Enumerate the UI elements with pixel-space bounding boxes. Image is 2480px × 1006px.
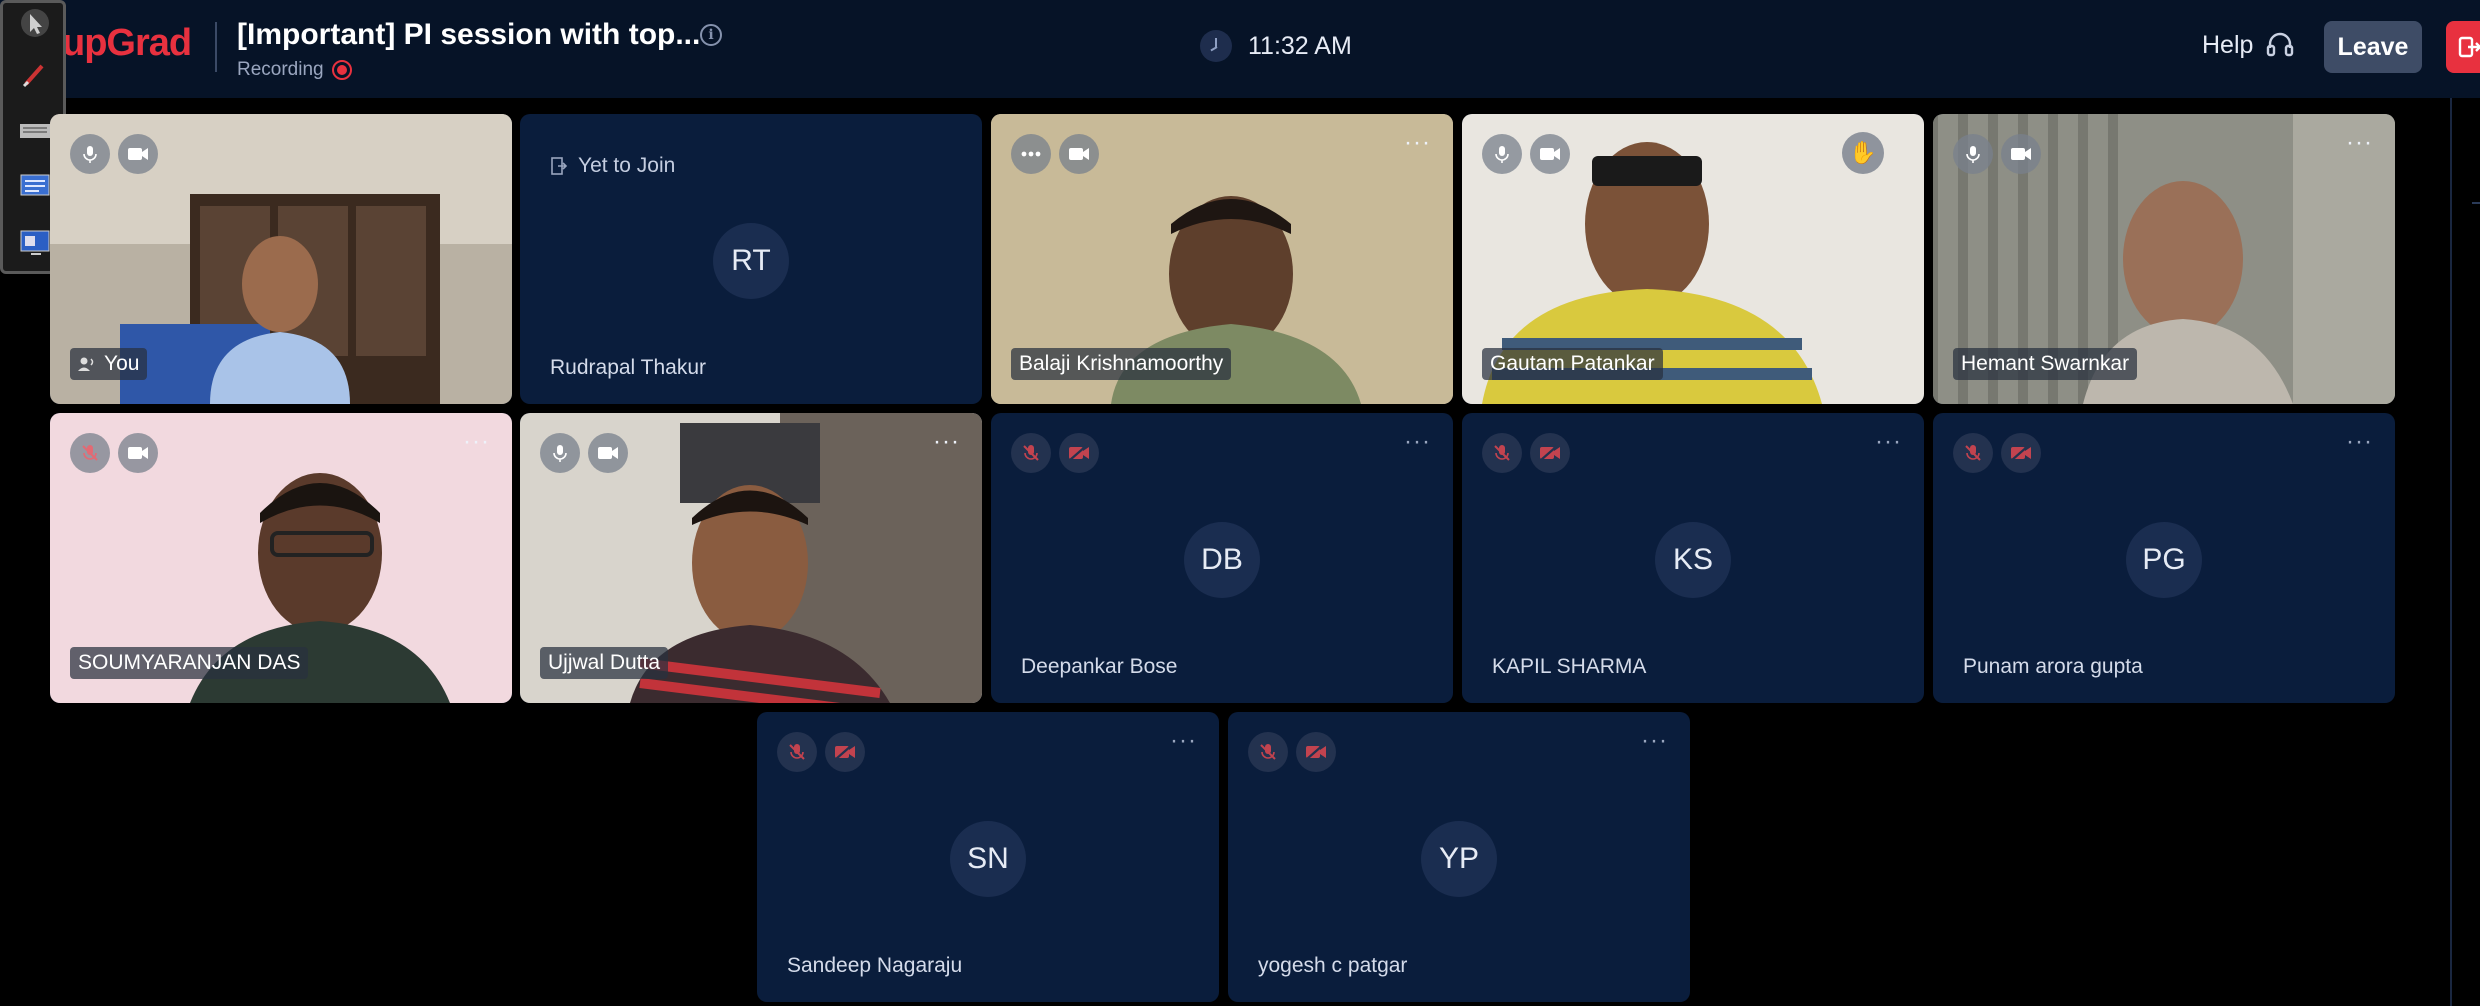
top-bar: upGrad [Important] PI session with top..… [0, 0, 2480, 98]
divider [215, 22, 217, 72]
tile-menu-icon[interactable]: ··· [1641, 729, 1668, 753]
mic-muted-icon[interactable] [1011, 433, 1051, 473]
join-status: Yet to Join [550, 154, 675, 178]
clock-time: 11:32 AM [1248, 31, 1352, 60]
keyboard-icon[interactable] [17, 113, 53, 149]
door-icon [551, 157, 568, 175]
participant-name: SOUMYARANJAN DAS [78, 651, 301, 674]
tile-menu-icon[interactable]: ··· [1404, 131, 1431, 155]
camera-on-icon[interactable] [118, 134, 158, 174]
participant-name: Punam arora gupta [1963, 655, 2143, 678]
brand-logo: upGrad [62, 22, 192, 64]
participant-avatar: RT [713, 223, 789, 299]
participant-tile[interactable]: ··· SN Sandeep Nagaraju [757, 712, 1219, 1002]
mic-muted-icon[interactable] [1248, 732, 1288, 772]
camera-on-icon[interactable] [1530, 134, 1570, 174]
participant-name: Sandeep Nagaraju [787, 954, 963, 977]
camera-off-icon[interactable] [1296, 732, 1336, 772]
participant-tile[interactable]: ··· SOUMYARANJAN DAS [50, 413, 512, 703]
clock-icon [1200, 30, 1232, 62]
tile-menu-icon[interactable]: ··· [1404, 430, 1431, 454]
participant-avatar: SN [950, 821, 1026, 897]
speaker-icon [78, 357, 94, 371]
participant-tile[interactable]: ··· KS KAPIL SHARMA [1462, 413, 1924, 703]
pen-icon[interactable] [17, 57, 53, 93]
camera-on-icon[interactable] [118, 433, 158, 473]
participant-name: Ujjwal Dutta [548, 651, 661, 674]
mic-on-icon[interactable] [70, 134, 110, 174]
cursor-icon[interactable] [17, 5, 53, 41]
participant-tile[interactable]: ··· DB Deepankar Bose [991, 413, 1453, 703]
mic-muted-icon[interactable] [70, 433, 110, 473]
participant-tile[interactable]: ··· Ujjwal Dutta [520, 413, 982, 703]
participant-name: Deepankar Bose [1021, 655, 1178, 678]
mic-muted-icon[interactable] [1482, 433, 1522, 473]
tile-menu-icon[interactable]: ··· [2346, 430, 2373, 454]
meeting-title: [Important] PI session with top... [237, 18, 701, 51]
tile-menu-icon[interactable]: ··· [1170, 729, 1197, 753]
participant-name-tag: You [70, 348, 148, 380]
recording-label: Recording [237, 59, 324, 80]
raised-hand-icon: ✋ [1842, 132, 1884, 174]
participant-name-tag: Ujjwal Dutta [540, 647, 669, 679]
participant-avatar: KS [1655, 522, 1731, 598]
participant-tile[interactable]: ··· YP yogesh c patgar [1228, 712, 1690, 1002]
tile-menu-icon[interactable]: ··· [1875, 430, 1902, 454]
end-call-button[interactable] [2446, 21, 2480, 73]
headset-icon [2267, 32, 2294, 57]
participant-tile[interactable]: ··· PG Punam arora gupta [1933, 413, 2395, 703]
participant-name-tag: Gautam Patankar [1482, 348, 1663, 380]
participant-name-tag: Balaji Krishnamoorthy [1011, 348, 1232, 380]
camera-off-icon[interactable] [825, 732, 865, 772]
participant-name-tag: SOUMYARANJAN DAS [70, 647, 309, 679]
tile-menu-icon[interactable]: ··· [463, 430, 490, 454]
join-status-label: Yet to Join [578, 154, 676, 177]
participant-name: KAPIL SHARMA [1492, 655, 1647, 678]
participant-tile[interactable]: ··· Balaji Krishnamoorthy [991, 114, 1453, 404]
participant-name: You [104, 352, 140, 375]
info-icon[interactable]: i [700, 24, 722, 46]
camera-off-icon[interactable] [1530, 433, 1570, 473]
help-label: Help [2202, 30, 2254, 59]
meeting-clock: 11:32 AM [1200, 30, 1352, 62]
more-options-icon[interactable] [1011, 134, 1051, 174]
camera-on-icon[interactable] [588, 433, 628, 473]
help-button[interactable]: Help [2202, 30, 2295, 60]
participant-name: yogesh c patgar [1258, 954, 1408, 977]
participant-tile[interactable]: ✋ Gautam Patankar [1462, 114, 1924, 404]
camera-on-icon[interactable] [1059, 134, 1099, 174]
camera-off-icon[interactable] [2001, 433, 2041, 473]
whiteboard-icon[interactable] [17, 169, 53, 205]
participant-name: Balaji Krishnamoorthy [1019, 352, 1224, 375]
mic-on-icon[interactable] [540, 433, 580, 473]
record-icon [331, 60, 352, 80]
camera-off-icon[interactable] [1059, 433, 1099, 473]
participant-avatar: PG [2126, 522, 2202, 598]
mic-muted-icon[interactable] [1953, 433, 1993, 473]
mic-on-icon[interactable] [1482, 134, 1522, 174]
leave-button[interactable]: Leave [2324, 21, 2422, 73]
participant-tile[interactable]: You [50, 114, 512, 404]
tile-menu-icon[interactable]: ··· [933, 430, 960, 454]
side-panel-edge [2450, 98, 2480, 1006]
participant-avatar: DB [1184, 522, 1260, 598]
participant-name: Rudrapal Thakur [550, 356, 707, 379]
recording-status: Recording [237, 59, 352, 81]
camera-on-icon[interactable] [2001, 134, 2041, 174]
participant-name: Gautam Patankar [1490, 352, 1655, 375]
participant-tile[interactable]: ··· Hemant Swarnkar [1933, 114, 2395, 404]
participant-tile[interactable]: Yet to Join RT Rudrapal Thakur [520, 114, 982, 404]
participant-name-tag: Hemant Swarnkar [1953, 348, 2138, 380]
tile-menu-icon[interactable]: ··· [2346, 131, 2373, 155]
mic-on-icon[interactable] [1953, 134, 1993, 174]
participant-name: Hemant Swarnkar [1961, 352, 2130, 375]
screen-icon[interactable] [17, 225, 53, 261]
exit-icon [2458, 36, 2480, 58]
mic-muted-icon[interactable] [777, 732, 817, 772]
participant-avatar: YP [1421, 821, 1497, 897]
